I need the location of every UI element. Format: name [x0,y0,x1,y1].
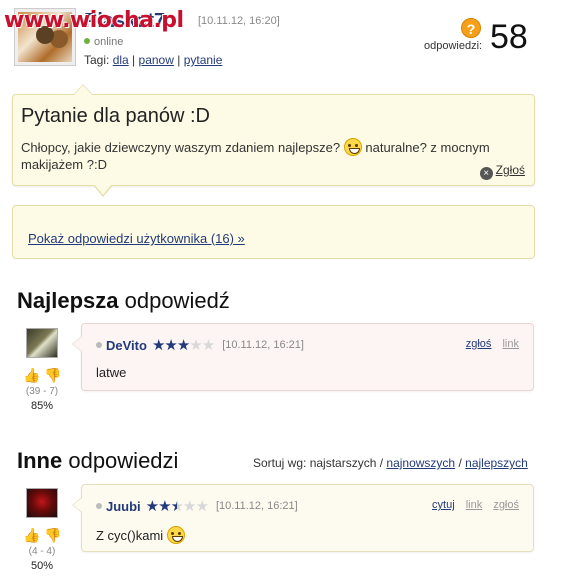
best-answer-box: DeVito ★★★★★ [10.11.12, 16:21] zgłoś lin… [72,323,534,391]
star-icon: ★ [201,337,215,354]
answer-actions: cytuj link zgłoś [424,499,519,511]
question-body-text: Chłopcy, jakie dziewczyny waszym zdaniem… [21,140,341,155]
report-button[interactable]: × Zgłoś [479,163,525,180]
tag-panow[interactable]: panow [139,53,174,67]
thumbs-up-icon[interactable]: 👍 [23,367,40,384]
tags-row: Tagi: dla | panow | pytanie [84,53,223,67]
thumbs-up-icon[interactable]: 👍 [23,527,40,544]
close-circle-icon: × [479,167,493,180]
question-date: [10.11.12, 16:20] [198,15,280,27]
sort-label: Sortuj wg: najstarszych / [253,456,384,470]
tag-pytanie[interactable]: pytanie [184,53,223,67]
watermark: www.wiocha.pl [4,8,184,33]
vote-block-juubi: 👍 👎 (4 - 4) 50% [20,527,64,572]
thumbs-down-icon[interactable]: 👎 [44,527,61,544]
rating-stars: ★★★★★ [151,336,215,354]
vote-block-devito: 👍 👎 (39 - 7) 85% [20,367,64,412]
answer-actions: zgłoś link [458,338,519,350]
thumbs-down-icon[interactable]: 👎 [44,367,61,384]
best-answer-heading: Najlepsza odpowiedź [17,288,230,313]
bubble-tail-bottom [93,184,113,197]
rating-stars: ★★★★★ [145,497,209,515]
show-user-answers-link[interactable]: Pokaż odpowiedzi użytkownika (16) » [28,231,245,246]
star-icon: ★ [145,498,159,515]
smiley-icon [343,138,362,156]
sort-separator: / [458,456,462,470]
tags-label: Tagi: [84,53,110,67]
question-icon: ? [461,18,481,38]
question-box: Pytanie dla panów :D Chłopcy, jakie dzie… [12,84,535,197]
answer-avatar-juubi[interactable] [26,488,58,518]
online-label: online [94,36,124,48]
star-icon: ★ [189,337,202,354]
star-icon: ★ [151,337,165,354]
answer-text: latwe [96,365,127,380]
sort-best-link[interactable]: najlepszych [465,456,528,470]
vote-counts: (4 - 4) [28,546,56,557]
other-answers-heading: Inne odpowiedzi [17,448,179,473]
answer-date: [10.11.12, 16:21] [215,500,298,512]
vote-counts: (39 - 7) [25,386,59,397]
bubble-tail [72,497,82,513]
status-dot-icon [96,503,102,509]
online-dot-icon [84,38,90,44]
answers-count-label: odpowiedzi: [424,40,483,52]
permalink[interactable]: link [502,338,519,350]
answers-count: 58 [490,18,528,56]
other-answer-box: Juubi ★★★★★ [10.11.12, 16:21] cytuj link… [72,484,534,552]
bubble-tail [72,336,82,352]
smiley-icon [166,526,185,544]
permalink[interactable]: link [466,499,483,511]
star-icon: ★ [176,337,190,354]
answer-username[interactable]: DeVito [106,338,147,353]
report-link[interactable]: Zgłoś [496,163,525,177]
report-answer-link[interactable]: zgłoś [466,338,492,350]
status-dot-icon [96,342,102,348]
user-answers-box: Pokaż odpowiedzi użytkownika (16) » [12,205,535,259]
vote-percent: 85% [30,400,54,412]
report-answer-link[interactable]: zgłoś [493,499,519,511]
answer-avatar-devito[interactable] [26,328,58,358]
tag-dla[interactable]: dla [113,53,129,67]
star-icon: ★ [158,498,171,515]
online-status: online [84,36,123,48]
answer-username[interactable]: Juubi [106,499,141,514]
sort-newest-link[interactable]: najnowszych [386,456,455,470]
star-icon: ★ [195,498,208,515]
question-body: Chłopcy, jakie dziewczyny waszym zdaniem… [21,138,526,173]
answer-text: Z cyc()kami [96,526,185,544]
star-half-icon: ★ [170,498,184,515]
question-title: Pytanie dla panów :D [21,105,211,127]
star-icon: ★ [164,337,177,354]
star-icon: ★ [183,498,196,515]
sort-bar: Sortuj wg: najstarszych / najnowszych / … [253,456,528,470]
bubble-tail [73,84,93,95]
vote-percent: 50% [30,560,54,572]
quote-link[interactable]: cytuj [432,499,455,511]
answer-date: [10.11.12, 16:21] [222,339,304,351]
